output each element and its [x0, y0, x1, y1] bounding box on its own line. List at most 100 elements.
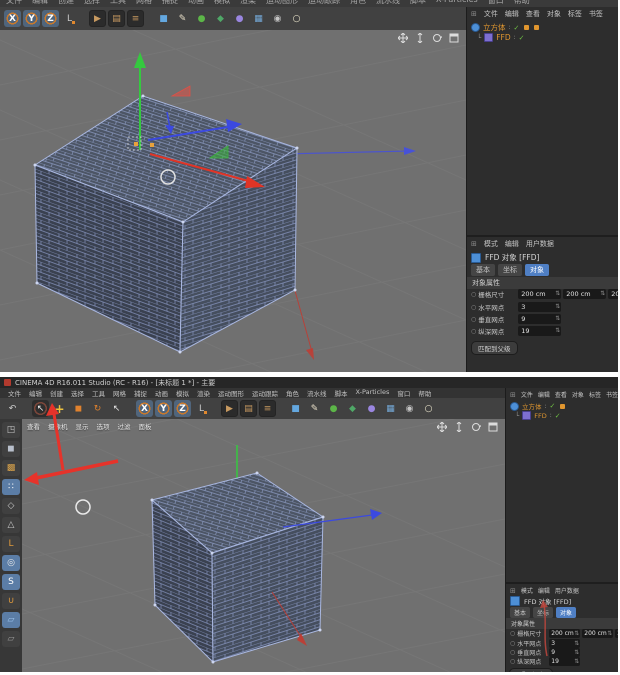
menu-item[interactable]: 窗口	[397, 388, 410, 398]
tab-coordinates[interactable]: 坐标	[498, 264, 522, 276]
object-row-cube[interactable]: 立方体 : ✓	[467, 22, 540, 33]
viewport-solo-button[interactable]: ◎	[2, 555, 20, 571]
lock-y-button[interactable]: Y	[23, 10, 40, 27]
object-row-ffd[interactable]: └ FFD : ✓	[467, 33, 525, 42]
zoom-icon[interactable]	[452, 421, 465, 432]
pan-icon[interactable]	[435, 421, 448, 432]
viewport-menu-item[interactable]: 选项	[97, 421, 110, 431]
menu-item[interactable]: 创建	[58, 0, 74, 6]
menu-item[interactable]: 角色	[286, 388, 299, 398]
enabled-check-icon[interactable]: ✓	[555, 412, 561, 420]
am-menu-item[interactable]: 用户数据	[526, 239, 554, 249]
om-menu-item[interactable]: 查看	[526, 9, 540, 19]
object-name[interactable]: FFD	[496, 33, 510, 42]
lock-x-button[interactable]: X	[4, 10, 21, 27]
maximize-icon[interactable]	[447, 32, 460, 43]
panel-menu-icon[interactable]: ⊞	[510, 391, 516, 399]
add-cube-button[interactable]: ■	[287, 400, 304, 417]
menu-item[interactable]: 运动图形	[218, 388, 244, 398]
grid-size-x-field[interactable]: 200 cm	[518, 289, 562, 299]
edges-mode-button[interactable]: ◇	[2, 498, 20, 514]
make-editable-button[interactable]: ◳	[2, 422, 20, 438]
object-name[interactable]: FFD	[534, 412, 546, 420]
grid-size-y-field[interactable]: 200 cm	[563, 289, 607, 299]
menu-item[interactable]: 网格	[136, 0, 152, 6]
om-menu-item[interactable]: 查看	[555, 390, 567, 399]
render-picture-viewer-button[interactable]: ▤	[108, 10, 125, 27]
menu-item[interactable]: 文件	[8, 388, 21, 398]
maximize-icon[interactable]	[486, 421, 499, 432]
render-view-button[interactable]: ▶	[89, 10, 106, 27]
menu-item[interactable]: 运动图形	[266, 0, 298, 6]
anim-dot-icon[interactable]: ○	[510, 658, 515, 665]
menu-item[interactable]: 捕捉	[162, 0, 178, 6]
move-tool[interactable]: +	[51, 400, 68, 417]
viewport-menu-item[interactable]: 摄像机	[48, 421, 68, 431]
depth-points-field[interactable]: 19	[549, 657, 581, 666]
add-light-button[interactable]: ○	[288, 10, 305, 27]
menu-item[interactable]: 选择	[71, 388, 84, 398]
menu-item[interactable]: 流水线	[307, 388, 327, 398]
render-view-button[interactable]: ▶	[221, 400, 238, 417]
enable-snap-button[interactable]: S	[2, 574, 20, 590]
tag-icon[interactable]	[534, 25, 540, 30]
lock-z-button[interactable]: Z	[42, 10, 59, 27]
anim-dot-icon[interactable]: ○	[510, 640, 515, 647]
viewport-perspective[interactable]	[0, 30, 466, 372]
fit-to-parent-button[interactable]: 匹配到父级	[471, 341, 518, 355]
workplane-button[interactable]: ▱	[2, 612, 20, 628]
magnet-snap-button[interactable]: ∪	[2, 593, 20, 609]
grid-size-y-field[interactable]: 200 cm	[582, 629, 614, 638]
menu-item[interactable]: 工具	[110, 0, 126, 6]
visibility-dots-icon[interactable]: :	[514, 34, 516, 41]
add-light-button[interactable]: ○	[420, 400, 437, 417]
enabled-check-icon[interactable]: ✓	[519, 34, 525, 42]
menu-item[interactable]: 脚本	[335, 388, 348, 398]
menu-item[interactable]: 动画	[155, 388, 168, 398]
panel-splitter[interactable]	[506, 582, 618, 584]
add-spline-button[interactable]: ✎	[174, 10, 191, 27]
horizontal-points-field[interactable]: 3	[518, 302, 562, 312]
grid-size-x-field[interactable]: 200 cm	[549, 629, 581, 638]
add-deformer-button[interactable]: ●	[231, 10, 248, 27]
coordinate-system-button[interactable]: L	[193, 400, 210, 417]
viewport-perspective[interactable]: 查看 摄像机 显示 选项 过滤 面板	[22, 419, 505, 672]
horizontal-points-field[interactable]: 3	[549, 639, 581, 648]
texture-mode-button[interactable]: ▩	[2, 460, 20, 476]
add-camera-button[interactable]: ◉	[401, 400, 418, 417]
anim-dot-icon[interactable]: ○	[510, 630, 515, 637]
enabled-check-icon[interactable]: ✓	[514, 24, 520, 32]
undo-button[interactable]: ↶	[4, 400, 21, 417]
grid-size-z-field[interactable]: 200 cm	[615, 629, 618, 638]
viewport-menu-item[interactable]: 查看	[27, 421, 40, 431]
menu-item[interactable]: 渲染	[197, 388, 210, 398]
panel-splitter[interactable]	[467, 235, 618, 237]
menu-item[interactable]: 网格	[113, 388, 126, 398]
am-menu-item[interactable]: 编辑	[538, 586, 550, 595]
am-menu-item[interactable]: 编辑	[505, 239, 519, 249]
last-tool-button[interactable]: ↖	[108, 400, 125, 417]
menu-item[interactable]: 文件	[6, 0, 22, 6]
add-cube-button[interactable]: ■	[155, 10, 172, 27]
fit-to-parent-button[interactable]: 匹配到父级	[509, 668, 554, 672]
live-selection-tool[interactable]: ↖	[32, 400, 49, 417]
menu-item[interactable]: 编辑	[29, 388, 42, 398]
grid-size-z-field[interactable]: 200 cm	[608, 289, 618, 299]
menu-item[interactable]: 选择	[84, 0, 100, 6]
menu-item[interactable]: 窗口	[488, 0, 504, 6]
anim-dot-icon[interactable]: ○	[471, 304, 476, 311]
menu-item[interactable]: X-Particles	[436, 0, 478, 6]
viewport-menu-item[interactable]: 过滤	[118, 421, 131, 431]
menu-item[interactable]: 捕捉	[134, 388, 147, 398]
om-menu-item[interactable]: 标签	[568, 9, 582, 19]
menu-item[interactable]: 编辑	[32, 0, 48, 6]
polygons-mode-button[interactable]: △	[2, 517, 20, 533]
pan-icon[interactable]	[396, 32, 409, 43]
visibility-dots-icon[interactable]: :	[550, 412, 552, 419]
menu-item[interactable]: 创建	[50, 388, 63, 398]
phong-tag-icon[interactable]	[560, 403, 566, 409]
am-menu-item[interactable]: 模式	[521, 586, 533, 595]
scale-tool[interactable]: ◼	[70, 400, 87, 417]
vertical-points-field[interactable]: 9	[549, 648, 581, 657]
om-menu-item[interactable]: 编辑	[538, 390, 550, 399]
